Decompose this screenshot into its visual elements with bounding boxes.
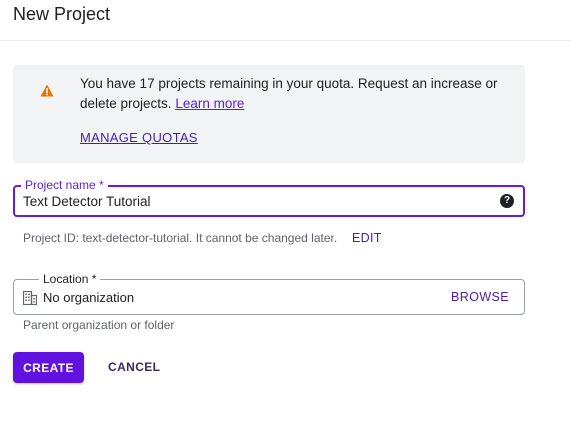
page-title: New Project (13, 4, 111, 24)
location-value: No organization (43, 290, 135, 305)
organization-icon (23, 291, 37, 305)
edit-project-id-button[interactable]: EDIT (352, 231, 382, 245)
project-name-input[interactable] (23, 194, 493, 209)
browse-button[interactable]: BROWSE (451, 290, 509, 304)
page-header: New Project (0, 0, 570, 41)
project-name-field[interactable]: Project name * ? (13, 178, 525, 217)
quota-notice: You have 17 projects remaining in your q… (13, 65, 525, 163)
cancel-button[interactable]: CANCEL (108, 360, 160, 374)
location-label: Location * (39, 272, 101, 286)
location-field[interactable]: Location * No organization BROWSE (13, 272, 525, 315)
project-name-label: Project name * (21, 178, 108, 192)
create-button[interactable]: CREATE (13, 352, 84, 383)
location-hint: Parent organization or folder (23, 318, 175, 332)
project-id-text: Project ID: text-detector-tutorial. It c… (23, 231, 338, 245)
warning-icon (40, 84, 54, 97)
help-icon[interactable]: ? (500, 194, 514, 208)
quota-message: You have 17 projects remaining in your q… (80, 74, 510, 114)
learn-more-link[interactable]: Learn more (175, 96, 244, 111)
new-project-page: New Project You have 17 projects remaini… (0, 0, 570, 433)
quota-text: You have 17 projects remaining in your q… (80, 76, 498, 111)
manage-quotas-link[interactable]: MANAGE QUOTAS (80, 130, 198, 145)
